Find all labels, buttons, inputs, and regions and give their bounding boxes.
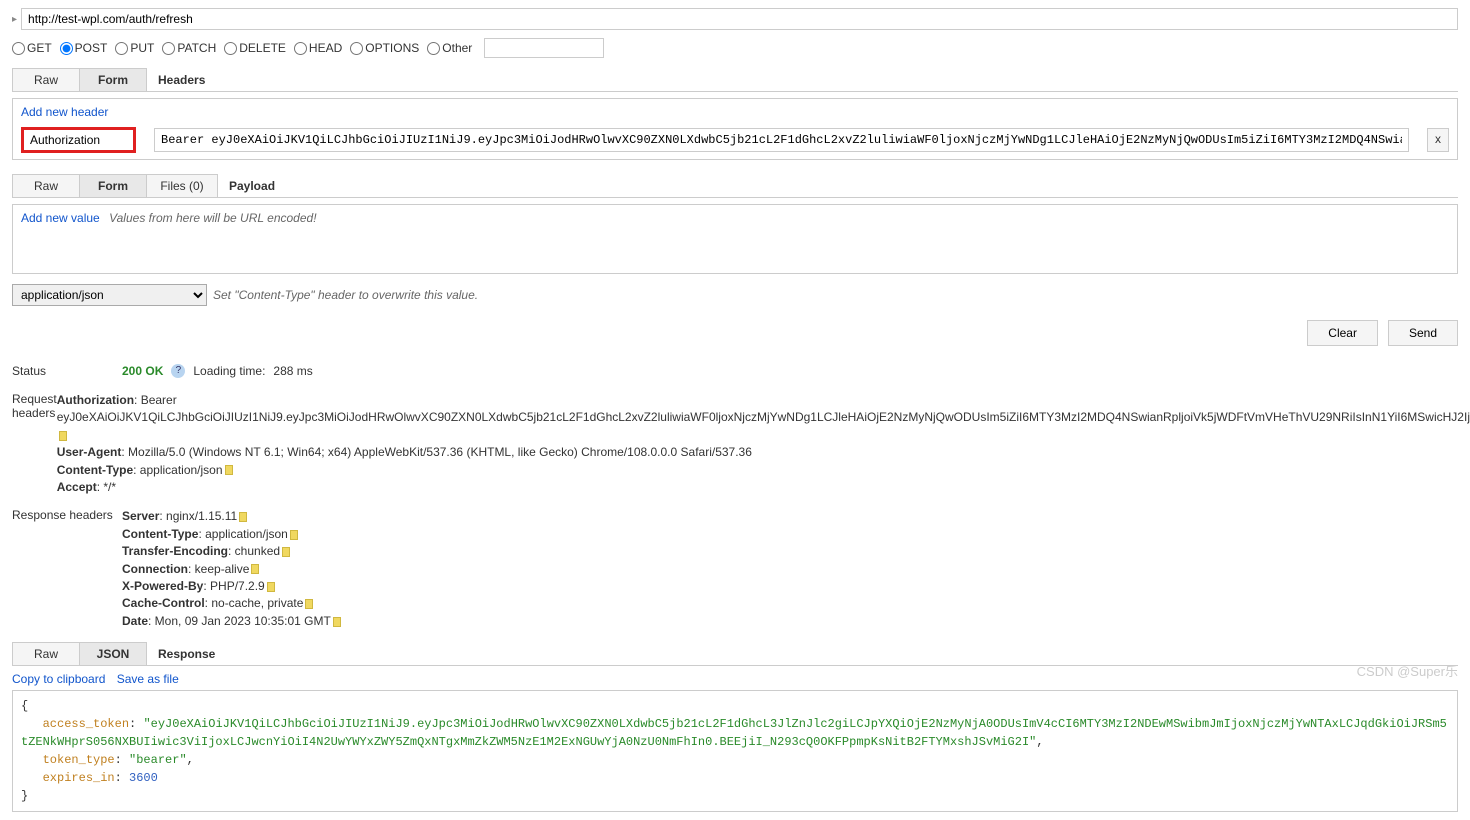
headers-label: Headers	[146, 69, 217, 91]
response-body: { access_token: "eyJ0eXAiOiJKV1QiLCJhbGc…	[12, 690, 1458, 812]
method-row: GET POST PUT PATCH DELETE HEAD OPTIONS O…	[12, 38, 1458, 58]
request-headers-list: Authorization: Bearer eyJ0eXAiOiJKV1QiLC…	[57, 392, 1470, 496]
header-value-input[interactable]	[154, 128, 1409, 152]
loading-time-value: 288 ms	[273, 364, 312, 378]
copy-icon[interactable]	[225, 465, 233, 475]
method-other[interactable]: Other	[427, 41, 472, 55]
payload-box: Add new value Values from here will be U…	[12, 204, 1458, 274]
values-note: Values from here will be URL encoded!	[109, 211, 316, 225]
method-options[interactable]: OPTIONS	[350, 41, 419, 55]
copy-icon[interactable]	[59, 431, 67, 441]
tab-raw-response[interactable]: Raw	[12, 642, 80, 665]
add-header-link[interactable]: Add new header	[21, 105, 108, 119]
collapse-icon[interactable]: ▸	[12, 14, 17, 25]
clear-button[interactable]: Clear	[1307, 320, 1378, 346]
method-head[interactable]: HEAD	[294, 41, 342, 55]
send-button[interactable]: Send	[1388, 320, 1458, 346]
content-type-select[interactable]: application/json	[12, 284, 207, 306]
payload-label: Payload	[217, 175, 287, 197]
method-delete[interactable]: DELETE	[224, 41, 286, 55]
copy-icon[interactable]	[239, 512, 247, 522]
remove-header-button[interactable]: x	[1427, 128, 1449, 152]
url-input[interactable]	[21, 8, 1458, 30]
copy-icon[interactable]	[290, 530, 298, 540]
headers-box: Add new header x	[12, 98, 1458, 160]
method-other-input[interactable]	[484, 38, 604, 58]
tab-form-headers[interactable]: Form	[79, 68, 147, 91]
method-post[interactable]: POST	[60, 41, 108, 55]
tab-raw-payload[interactable]: Raw	[12, 174, 80, 197]
header-key-input[interactable]	[21, 127, 136, 153]
tab-files-payload[interactable]: Files (0)	[146, 174, 218, 197]
help-icon[interactable]: ?	[171, 364, 185, 378]
loading-time-label: Loading time:	[193, 364, 265, 378]
copy-icon[interactable]	[267, 582, 275, 592]
copy-clipboard-link[interactable]: Copy to clipboard	[12, 672, 105, 686]
response-label: Response	[146, 643, 227, 665]
status-label: Status	[12, 364, 122, 378]
copy-icon[interactable]	[305, 599, 313, 609]
method-put[interactable]: PUT	[115, 41, 154, 55]
save-file-link[interactable]: Save as file	[117, 672, 179, 686]
tab-json-response[interactable]: JSON	[79, 642, 147, 665]
method-patch[interactable]: PATCH	[162, 41, 216, 55]
copy-icon[interactable]	[251, 564, 259, 574]
response-headers-list: Server: nginx/1.15.11Content-Type: appli…	[122, 508, 1458, 630]
response-headers-label: Response headers	[12, 508, 122, 630]
copy-icon[interactable]	[333, 617, 341, 627]
tab-form-payload[interactable]: Form	[79, 174, 147, 197]
add-value-link[interactable]: Add new value	[21, 211, 100, 225]
method-get[interactable]: GET	[12, 41, 52, 55]
request-headers-label: Request headers	[12, 392, 57, 496]
status-code: 200 OK	[122, 364, 163, 378]
content-type-note: Set "Content-Type" header to overwrite t…	[213, 288, 478, 302]
tab-raw-headers[interactable]: Raw	[12, 68, 80, 91]
copy-icon[interactable]	[282, 547, 290, 557]
